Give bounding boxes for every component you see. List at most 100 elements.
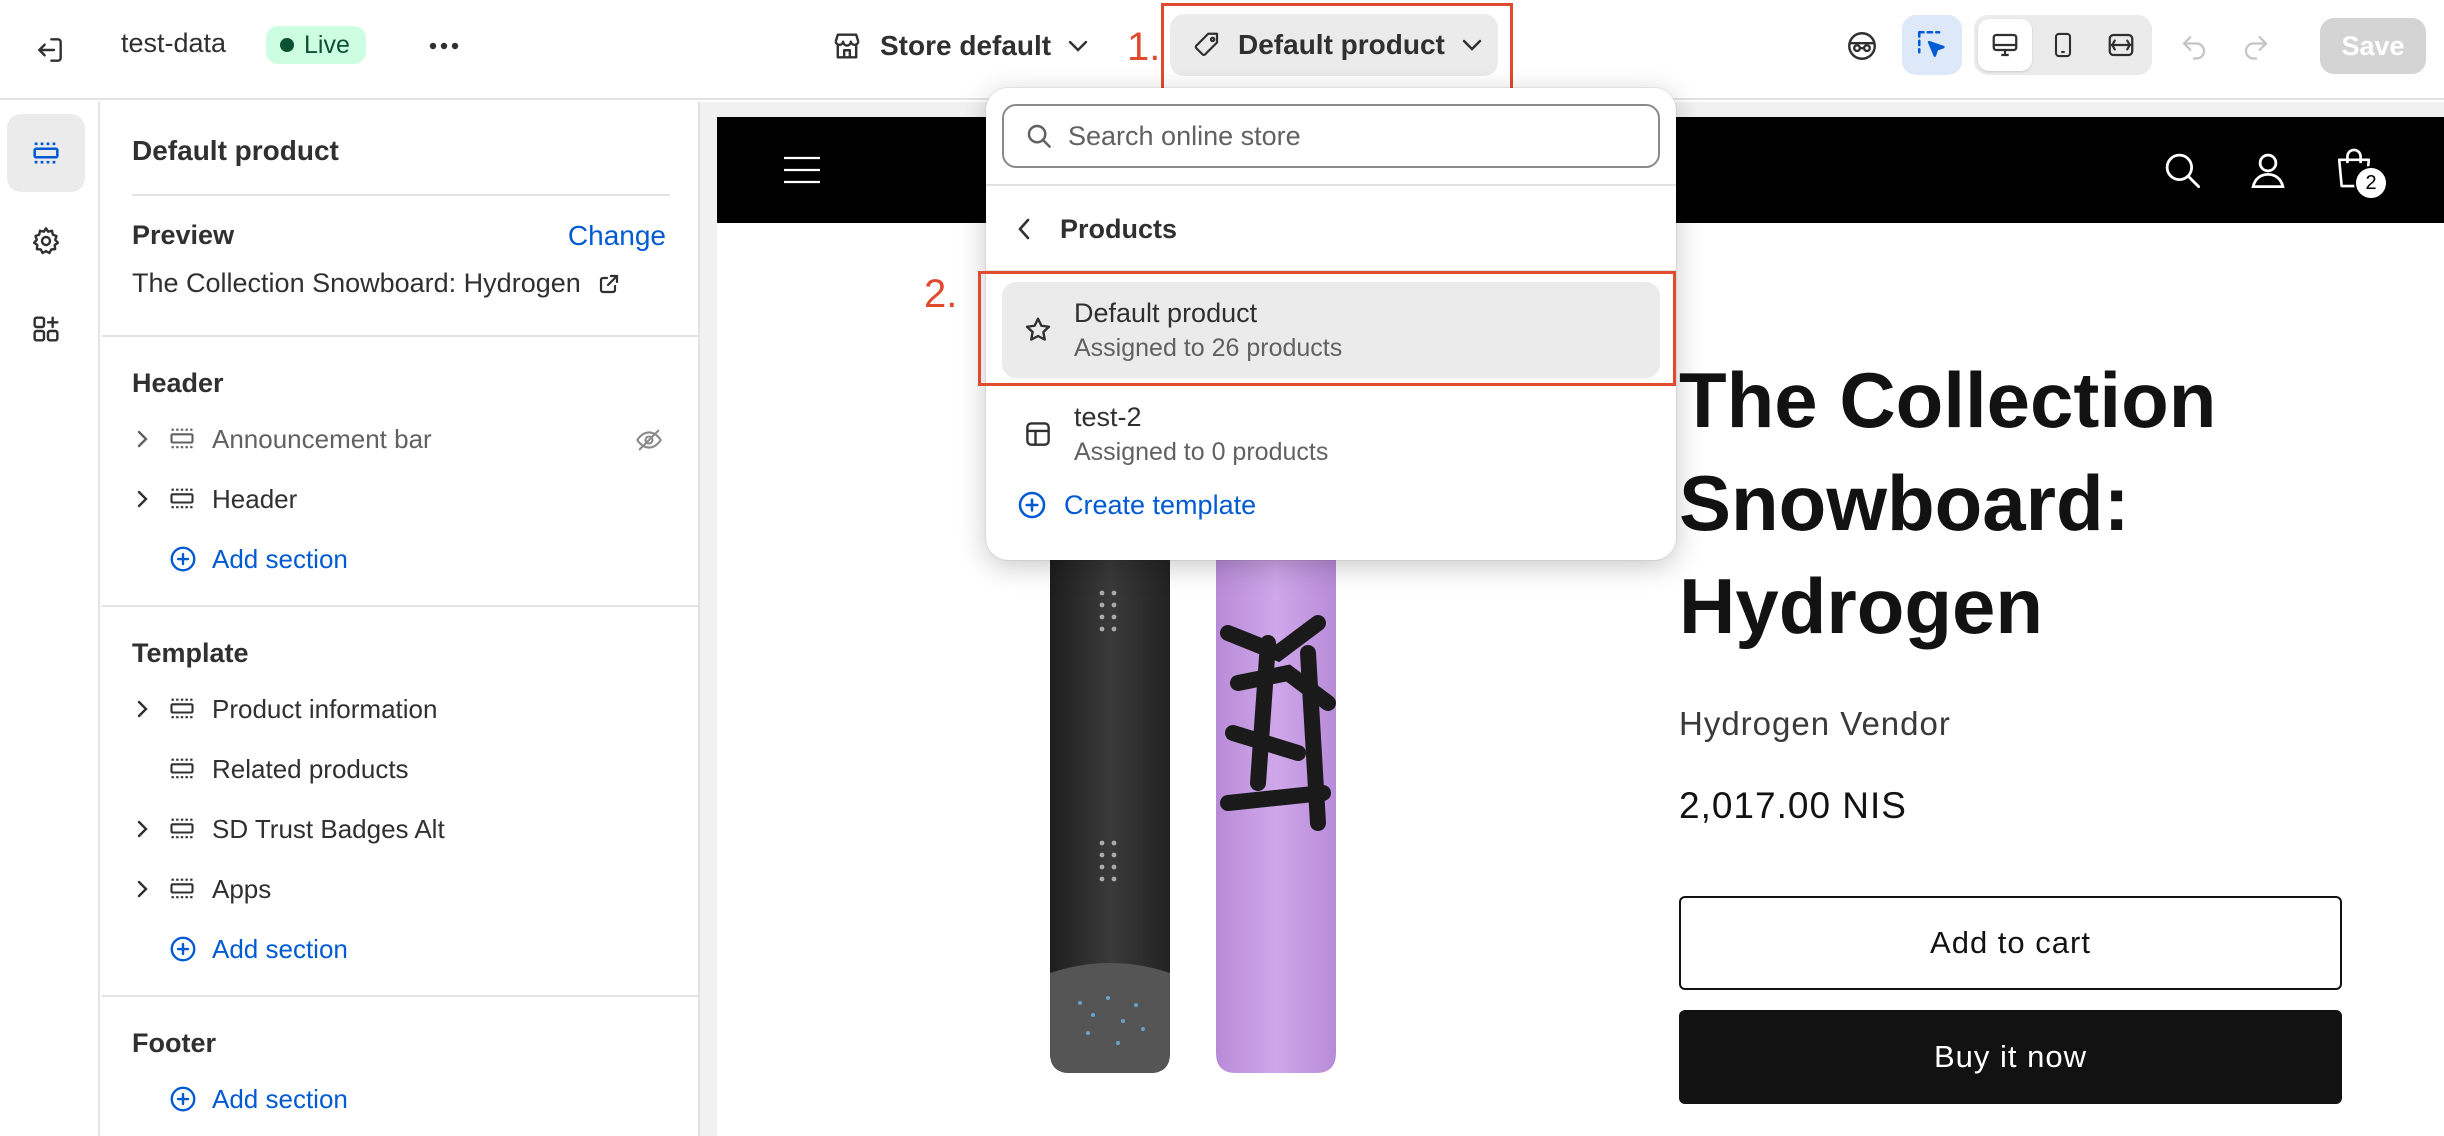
store-icon (834, 33, 860, 59)
template-option-test-2[interactable]: test-2 Assigned to 0 products (1002, 386, 1660, 482)
section-label: Related products (212, 753, 409, 784)
section-icon (168, 875, 212, 903)
add-circle-icon (170, 546, 196, 572)
store-selector[interactable]: Store default (830, 20, 1089, 72)
buy-now-button[interactable]: Buy it now (1679, 1010, 2342, 1104)
add-section-button-header[interactable]: Add section (168, 534, 348, 584)
gear-icon (32, 227, 60, 255)
storefront-search-icon[interactable] (2157, 145, 2207, 195)
fullscreen-icon (2108, 33, 2134, 57)
back-to-products-button[interactable]: Products (1016, 204, 1177, 254)
desktop-icon (1992, 33, 2018, 57)
section-icon (168, 695, 212, 723)
add-to-cart-button[interactable]: Add to cart (1679, 896, 2342, 990)
product-vendor: Hydrogen Vendor (1679, 705, 1951, 742)
product-price: 2,017.00 NIS (1679, 785, 1907, 826)
section-icon (168, 815, 212, 843)
add-circle-icon (170, 1086, 196, 1112)
fullscreen-view-button[interactable] (2094, 19, 2148, 71)
template-name: test-2 (1074, 402, 1142, 432)
editor-top-bar: test-data Live Store default 1. Default … (0, 0, 2444, 100)
apps-icon (33, 316, 59, 342)
inspector-button[interactable] (1836, 18, 1888, 74)
footer-group-heading: Footer (132, 1028, 216, 1058)
chevron-down-icon (1068, 40, 1088, 52)
search-icon (1027, 124, 1051, 148)
add-section-button-template[interactable]: Add section (168, 924, 348, 974)
store-selector-label: Store default (880, 30, 1052, 61)
viewport-switcher (1974, 15, 2152, 75)
section-icon (168, 485, 212, 513)
search-input[interactable] (1068, 120, 1628, 152)
section-row-header[interactable]: Header (132, 474, 670, 524)
undo-icon (2182, 36, 2206, 60)
divider (132, 194, 670, 196)
save-button[interactable]: Save (2320, 18, 2426, 74)
chevron-right-icon[interactable] (132, 879, 168, 899)
chevron-right-icon[interactable] (132, 489, 168, 509)
add-section-button-footer[interactable]: Add section (168, 1074, 348, 1124)
create-template-label: Create template (1064, 489, 1257, 520)
live-dot-icon (280, 38, 294, 52)
sections-panel: Default product Preview Change The Colle… (102, 102, 700, 1136)
divider (102, 605, 698, 607)
section-row-announcement-bar[interactable]: Announcement bar (132, 414, 670, 464)
change-preview-link[interactable]: Change (568, 220, 666, 252)
section-row-related-products[interactable]: Related products (132, 744, 670, 794)
inspector-icon (1848, 32, 1876, 60)
rail-apps-button[interactable] (7, 290, 85, 368)
section-row-sd-trust-badges-alt[interactable]: SD Trust Badges Alt (132, 804, 670, 854)
add-section-label: Add section (212, 933, 348, 964)
exit-button[interactable] (24, 24, 76, 76)
live-status-label: Live (304, 30, 350, 59)
undo-button[interactable] (2170, 22, 2218, 70)
template-group-heading: Template (132, 638, 249, 668)
add-section-label: Add section (212, 543, 348, 574)
section-row-product-information[interactable]: Product information (132, 684, 670, 734)
store-name: test-data (121, 28, 227, 58)
mobile-icon (2054, 32, 2072, 58)
chevron-right-icon[interactable] (132, 699, 168, 719)
divider (102, 335, 698, 337)
menu-icon[interactable] (777, 147, 827, 193)
add-circle-icon (1018, 491, 1046, 519)
section-label: Product information (212, 693, 438, 724)
preview-heading: Preview (132, 220, 235, 250)
rail-sections-button[interactable] (7, 114, 85, 192)
step-1-highlight (1161, 3, 1513, 91)
step-2-highlight (978, 271, 1676, 386)
section-row-apps[interactable]: Apps (132, 864, 670, 914)
create-template-button[interactable]: Create template (1016, 480, 1256, 530)
add-circle-icon (170, 936, 196, 962)
external-link-icon[interactable] (597, 272, 621, 296)
chevron-right-icon[interactable] (132, 429, 168, 449)
select-mode-button[interactable] (1902, 15, 1962, 75)
product-title: The Collection Snowboard: Hydrogen (1679, 356, 2217, 650)
section-icon (168, 755, 212, 783)
chevron-left-icon (1018, 218, 1030, 240)
eye-hidden-icon[interactable] (634, 426, 664, 461)
mobile-view-button[interactable] (2036, 19, 2090, 71)
cart-count-badge: 2 (2354, 166, 2388, 200)
desktop-view-button[interactable] (1978, 19, 2032, 71)
section-icon (168, 425, 212, 453)
step-1-annotation: 1. (1127, 25, 1161, 69)
rail-settings-button[interactable] (7, 202, 85, 280)
divider (986, 184, 1676, 186)
template-option-text: test-2 Assigned to 0 products (1074, 399, 1328, 469)
section-label: SD Trust Badges Alt (212, 813, 445, 844)
chevron-right-icon[interactable] (132, 819, 168, 839)
sections-icon (33, 142, 59, 164)
redo-button[interactable] (2232, 22, 2280, 70)
preview-product[interactable]: The Collection Snowboard: Hydrogen (132, 268, 621, 299)
account-icon[interactable] (2243, 145, 2293, 195)
back-label: Products (1060, 213, 1178, 244)
layout-icon (1002, 419, 1074, 449)
redo-icon (2244, 36, 2268, 60)
preview-product-name: The Collection Snowboard: Hydrogen (132, 268, 581, 298)
select-cursor-icon (1917, 30, 1945, 57)
more-icon (429, 42, 459, 50)
search-field[interactable] (1002, 104, 1660, 168)
more-actions-button[interactable] (418, 20, 470, 72)
section-label: Header (212, 483, 298, 514)
